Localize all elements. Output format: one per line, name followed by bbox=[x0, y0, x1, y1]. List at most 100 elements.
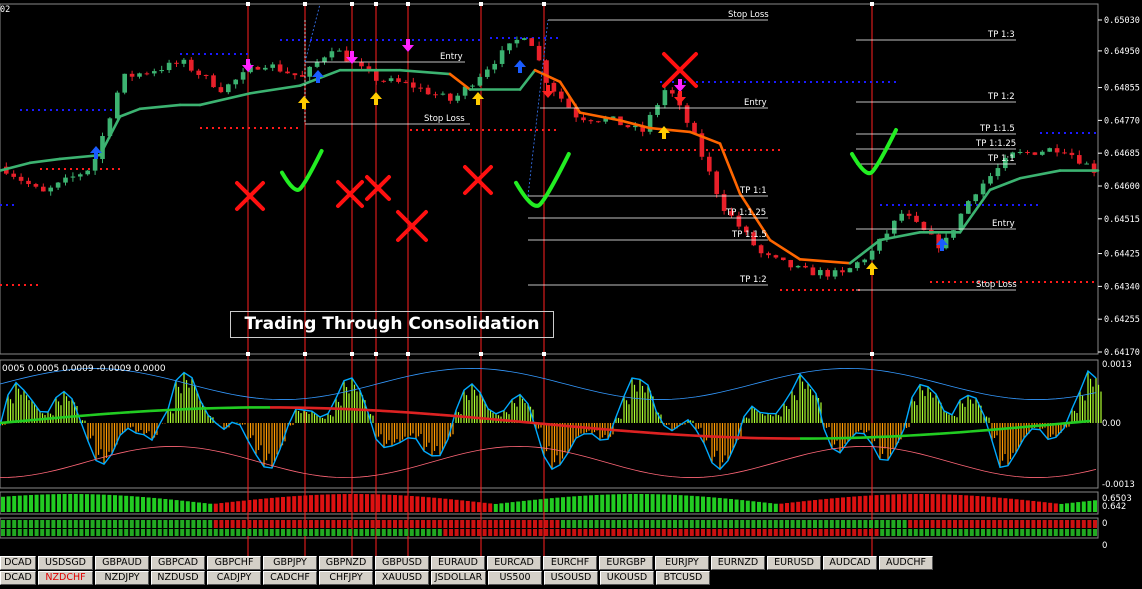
main-price-chart[interactable]: Entry Stop Loss Stop Loss Entry TP 1:1 TP 1:1… bbox=[0, 0, 1142, 556]
stop-dot bbox=[1092, 281, 1094, 283]
symbol-button-gbpaud[interactable]: GBPAUD bbox=[95, 556, 149, 570]
trend-bar-top bbox=[146, 520, 151, 528]
trend-bar-top bbox=[258, 520, 263, 528]
stop-dot bbox=[880, 204, 882, 206]
trend-bar-bottom bbox=[169, 529, 173, 536]
osc-trend-segment bbox=[649, 431, 661, 435]
stop-dot bbox=[200, 127, 202, 129]
stop-dot bbox=[792, 289, 794, 291]
trend-bar-top bbox=[432, 520, 437, 528]
symbol-button-audcad[interactable]: AUDCAD bbox=[823, 556, 877, 570]
stop-dot bbox=[520, 37, 522, 39]
stop-dot bbox=[864, 81, 866, 83]
symbol-button-eurusd[interactable]: EURUSD bbox=[767, 556, 821, 570]
price-tick-label: 0.64600 bbox=[1104, 182, 1140, 192]
trend-bar-bottom bbox=[146, 529, 151, 536]
trend-bar-bottom bbox=[1053, 529, 1058, 536]
symbol-button-eurnzd[interactable]: EURNZD bbox=[711, 556, 765, 570]
osc-trend-segment bbox=[109, 411, 121, 415]
trend-bar-bottom bbox=[460, 529, 465, 536]
symbol-button-dcad[interactable]: DCAD bbox=[0, 556, 36, 570]
trend-bar-bottom bbox=[880, 529, 885, 536]
symbol-button-euraud[interactable]: EURAUD bbox=[431, 556, 485, 570]
trend-bar-bottom bbox=[807, 529, 812, 536]
trend-bar-bottom bbox=[398, 529, 403, 536]
symbol-button-audchf[interactable]: AUDCHF bbox=[879, 556, 933, 570]
ma-segment bbox=[798, 258, 852, 265]
strength-bar bbox=[135, 496, 140, 512]
trend-bar-top bbox=[79, 520, 84, 528]
up-arrow-icon bbox=[370, 92, 382, 105]
trend-bar-bottom bbox=[17, 529, 22, 536]
strength-bar bbox=[1031, 500, 1036, 512]
trend-bar-bottom bbox=[62, 529, 67, 536]
trend-bar-bottom bbox=[645, 529, 649, 536]
symbol-button-btcusd[interactable]: BTCUSD bbox=[656, 571, 710, 585]
trend-bar-top bbox=[902, 520, 907, 528]
strength-bar bbox=[762, 502, 767, 512]
strength-bar bbox=[404, 495, 409, 512]
symbol-button-xauusd[interactable]: XAUUSD bbox=[375, 571, 429, 585]
stop-dot bbox=[428, 129, 430, 131]
signal-vertical-lines bbox=[246, 2, 874, 556]
symbol-button-eurchf[interactable]: EURCHF bbox=[543, 556, 597, 570]
strength-bar bbox=[359, 494, 364, 512]
osc-trend-segment bbox=[629, 430, 641, 434]
symbol-button-eurgbp[interactable]: EURGBP bbox=[599, 556, 653, 570]
trend-bar-bottom bbox=[549, 529, 554, 536]
cross-mark-icon bbox=[336, 180, 364, 208]
strength-bar bbox=[930, 494, 935, 512]
trend-bar-bottom bbox=[841, 529, 845, 536]
symbol-button-usousd[interactable]: USOUSD bbox=[544, 571, 598, 585]
candle-body bbox=[307, 66, 312, 77]
stop-dot bbox=[12, 284, 14, 286]
trend-bar-top bbox=[482, 520, 487, 528]
trend-bar-bottom bbox=[566, 529, 571, 536]
stop-dot bbox=[242, 127, 244, 129]
symbol-button-nzdchf[interactable]: NZDCHF bbox=[38, 571, 93, 585]
trend-bar-top bbox=[510, 520, 515, 528]
symbol-button-gbpcad[interactable]: GBPCAD bbox=[151, 556, 205, 570]
symbol-button-gbpnzd[interactable]: GBPNZD bbox=[319, 556, 373, 570]
trend-bar-bottom bbox=[936, 529, 941, 536]
trend-bar-top bbox=[1065, 520, 1069, 528]
strength-bar bbox=[740, 500, 745, 512]
trend-bar-top bbox=[460, 520, 465, 528]
trend-bar-top bbox=[566, 520, 571, 528]
symbol-button-dcad[interactable]: DCAD bbox=[0, 571, 36, 585]
symbol-button-chfjpy[interactable]: CHFJPY bbox=[319, 571, 373, 585]
trend-bar-bottom bbox=[1020, 529, 1025, 536]
symbol-button-gbpusd[interactable]: GBPUSD bbox=[375, 556, 429, 570]
symbol-button-us500[interactable]: US500 bbox=[488, 571, 542, 585]
symbol-button-nzdjpy[interactable]: NZDJPY bbox=[95, 571, 149, 585]
stop-dot bbox=[86, 109, 88, 111]
candle-body bbox=[514, 39, 520, 44]
trend-bar-top bbox=[1009, 520, 1013, 528]
symbol-button-eurjpy[interactable]: EURJPY bbox=[655, 556, 709, 570]
symbol-button-cadchf[interactable]: CADCHF bbox=[263, 571, 317, 585]
trend-bar-top bbox=[135, 520, 140, 528]
symbol-button-ukousd[interactable]: UKOUSD bbox=[600, 571, 654, 585]
symbol-button-nzdusd[interactable]: NZDUSD bbox=[151, 571, 205, 585]
symbol-button-gbpjpy[interactable]: GBPJPY bbox=[263, 556, 317, 570]
symbol-button-usdsgd[interactable]: USDSGD bbox=[38, 556, 93, 570]
trend-bar-top bbox=[1031, 520, 1036, 528]
stop-dot bbox=[488, 129, 490, 131]
strength-bar bbox=[460, 500, 465, 512]
stop-dot bbox=[994, 204, 996, 206]
strength-bar bbox=[118, 495, 123, 512]
symbol-button-gbpchf[interactable]: GBPCHF bbox=[207, 556, 261, 570]
stop-dot bbox=[410, 129, 412, 131]
trend-bar-bottom bbox=[785, 529, 789, 536]
symbol-button-eurcad[interactable]: EURCAD bbox=[487, 556, 541, 570]
symbol-button-jsdollar[interactable]: JSDOLLAR bbox=[431, 571, 486, 585]
stop-dot bbox=[278, 127, 280, 129]
symbol-button-cadjpy[interactable]: CADJPY bbox=[207, 571, 261, 585]
candle-body bbox=[166, 62, 172, 71]
stop-dot bbox=[948, 281, 950, 283]
strength-bar bbox=[129, 496, 134, 512]
strength-bar bbox=[297, 495, 302, 512]
candle-body bbox=[129, 73, 135, 77]
trend-bar-bottom bbox=[331, 529, 336, 536]
candle-body bbox=[115, 92, 120, 119]
